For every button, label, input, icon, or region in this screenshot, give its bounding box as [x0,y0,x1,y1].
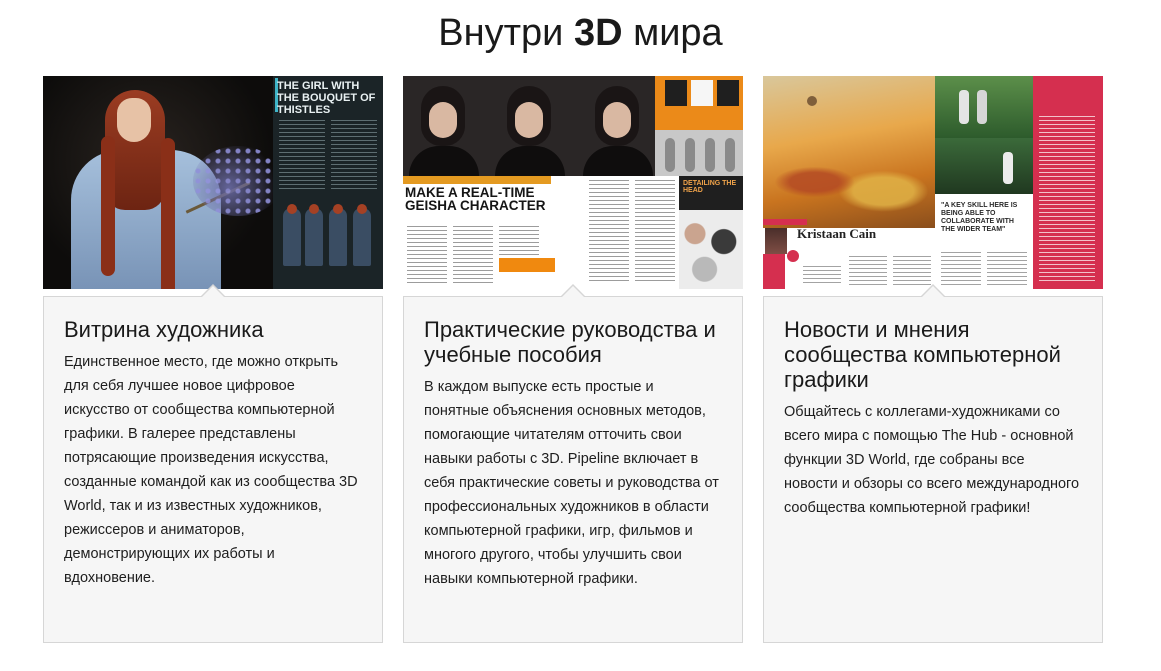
card-image-artist-showcase: THE GIRL WITH THE BOUQUET OF THISTLES [43,76,383,289]
card-title: Новости и мнения сообщества компьютерной… [784,317,1061,392]
card-news: "A KEY SKILL HERE IS BEING ABLE TO COLLA… [763,76,1103,643]
pull-quote: "A KEY SKILL HERE IS BEING ABLE TO COLLA… [941,202,1018,233]
card-title: Практические руководства и учебные пособ… [424,317,716,367]
card-image-tutorials: MAKE A REAL-TIME GEISHA CHARACTER DETAIL… [403,76,743,289]
flowers-illustration [193,146,283,216]
card-image-news: "A KEY SKILL HERE IS BEING ABLE TO COLLA… [763,76,1103,289]
heading-bold: 3D [573,12,623,54]
card-text: Единственное место, где можно открыть дл… [64,354,358,586]
card-tutorials: MAKE A REAL-TIME GEISHA CHARACTER DETAIL… [403,76,743,643]
card-body: Витрина художника Единственное место, гд… [43,284,383,643]
magazine-page-title: MAKE A REAL-TIME GEISHA CHARACTER [405,185,546,213]
card-title: Витрина художника [64,317,264,342]
heading-suffix: мира [622,12,723,54]
card-body: Новости и мнения сообщества компьютерной… [763,284,1103,643]
artist-name: Kristaan Cain [797,226,877,241]
section-heading: Внутри 3D мира [0,10,1161,56]
sidebar-title: DETAILING THE HEAD [683,180,737,194]
heading-prefix: Внутри [438,12,574,54]
card-text: Общайтесь с коллегами-художниками со все… [784,404,1080,516]
card-body: Практические руководства и учебные пособ… [403,284,743,643]
magazine-page-title: THE GIRL WITH THE BOUQUET OF THISTLES [277,80,376,116]
card-text: В каждом выпуске есть простые и понятные… [424,379,719,587]
card-artist-showcase: THE GIRL WITH THE BOUQUET OF THISTLES Ви… [43,76,383,643]
